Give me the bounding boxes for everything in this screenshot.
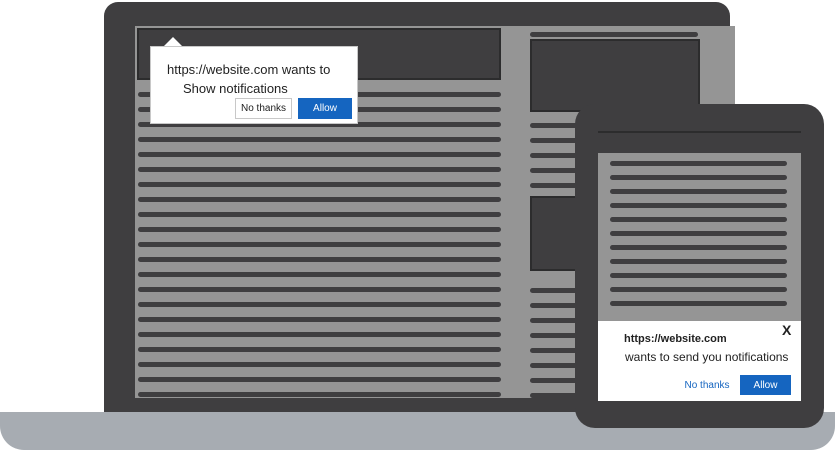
placeholder-text-line — [530, 153, 580, 158]
placeholder-text-line — [138, 392, 501, 397]
placeholder-text-line — [610, 203, 787, 208]
placeholder-text-line — [138, 227, 501, 232]
prompt-permission-text: wants to send you notifications — [625, 350, 789, 364]
desktop-notification-prompt: https://website.com wants to Show notifi… — [150, 46, 358, 124]
placeholder-text-line — [610, 189, 787, 194]
placeholder-text-line — [610, 245, 787, 250]
placeholder-text-line — [610, 301, 787, 306]
allow-button[interactable]: Allow — [298, 98, 352, 119]
placeholder-text-line — [610, 273, 787, 278]
placeholder-text-line — [138, 317, 501, 322]
placeholder-text-line — [138, 287, 501, 292]
placeholder-text-line — [530, 378, 580, 383]
no-thanks-button[interactable]: No thanks — [682, 376, 732, 394]
prompt-origin-text: https://website.com wants to — [167, 62, 331, 77]
prompt-permission-text: Show notifications — [183, 81, 288, 96]
prompt-origin-text: https://website.com — [624, 333, 727, 345]
placeholder-text-line — [610, 287, 787, 292]
placeholder-text-line — [530, 363, 580, 368]
placeholder-text-line — [138, 167, 501, 172]
allow-button[interactable]: Allow — [740, 375, 791, 395]
placeholder-text-line — [138, 242, 501, 247]
placeholder-text-line — [138, 302, 501, 307]
close-icon[interactable]: X — [782, 322, 791, 338]
placeholder-text-line — [530, 123, 580, 128]
tablet-page-header — [598, 131, 801, 153]
placeholder-text-line — [530, 348, 580, 353]
placeholder-text-line — [138, 377, 501, 382]
placeholder-text-line — [138, 332, 501, 337]
sidebar-image-block — [530, 39, 700, 112]
placeholder-text-line — [610, 231, 787, 236]
placeholder-text-line — [530, 318, 580, 323]
mobile-notification-prompt: X https://website.com wants to send you … — [598, 321, 801, 401]
placeholder-text-line — [138, 152, 501, 157]
placeholder-text-line — [530, 288, 580, 293]
placeholder-text-line — [530, 138, 580, 143]
placeholder-text-line — [610, 259, 787, 264]
placeholder-text-line — [138, 182, 501, 187]
placeholder-text-line — [138, 347, 501, 352]
sidebar-line — [530, 32, 698, 37]
placeholder-text-line — [138, 137, 501, 142]
placeholder-text-line — [530, 393, 580, 398]
no-thanks-button[interactable]: No thanks — [235, 98, 292, 119]
placeholder-text-line — [138, 212, 501, 217]
placeholder-text-line — [530, 183, 580, 188]
placeholder-text-line — [138, 272, 501, 277]
placeholder-text-line — [610, 175, 787, 180]
placeholder-text-line — [138, 257, 501, 262]
placeholder-text-line — [138, 362, 501, 367]
sidebar-image-block — [530, 196, 580, 271]
placeholder-text-line — [610, 217, 787, 222]
placeholder-text-line — [610, 161, 787, 166]
placeholder-text-line — [138, 197, 501, 202]
placeholder-text-line — [530, 303, 580, 308]
placeholder-text-line — [530, 333, 580, 338]
placeholder-text-line — [530, 168, 580, 173]
